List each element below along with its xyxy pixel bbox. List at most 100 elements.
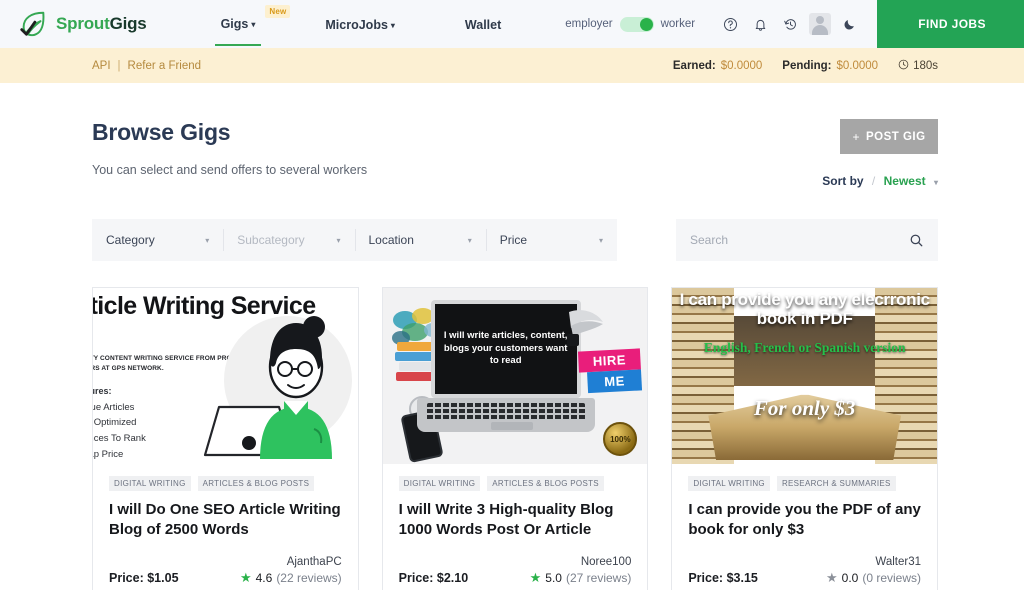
brand-name: SproutGigs bbox=[56, 14, 147, 34]
session-timer: 180s bbox=[898, 59, 938, 73]
gig-card-footer: Price: $1.05 AjanthaPC ★ 4.6 (22 reviews… bbox=[93, 556, 358, 590]
laptop-screen: I will write articles, content, blogs yo… bbox=[430, 300, 581, 398]
brand-logo[interactable]: SproutGigs bbox=[18, 9, 147, 39]
gig-price-value: $3.15 bbox=[726, 570, 758, 585]
moon-icon[interactable] bbox=[835, 9, 865, 39]
star-icon: ★ bbox=[239, 570, 252, 586]
earned-stat: Earned: $0.0000 bbox=[673, 60, 762, 72]
filter-price[interactable]: Price ▾ bbox=[485, 219, 617, 261]
notice-stats: Earned: $0.0000 Pending: $0.0000 180s bbox=[673, 59, 938, 73]
sort-control[interactable]: Sort by / Newest ▾ bbox=[822, 174, 938, 188]
chevron-down-icon: ▾ bbox=[251, 19, 256, 29]
role-switch[interactable]: employer worker bbox=[565, 16, 696, 32]
nav-item-gigs[interactable]: Gigs ▾ New bbox=[214, 3, 291, 46]
gig-price-value: $2.10 bbox=[436, 570, 469, 585]
brand-name-part2: Gigs bbox=[109, 14, 147, 33]
gig-rating: ★ 0.0 (0 reviews) bbox=[826, 571, 921, 585]
gig-tag[interactable]: ARTICLES & BLOG POSTS bbox=[197, 476, 315, 491]
gig-price-label: Price: bbox=[109, 570, 144, 585]
top-navigation-bar: SproutGigs Gigs ▾ New MicroJobs ▾ Wallet e… bbox=[0, 0, 1024, 48]
gig-card-footer: Price: $3.15 Walter31 ★ 0.0 (0 reviews) bbox=[672, 556, 937, 590]
nav-item-microjobs[interactable]: MicroJobs ▾ bbox=[319, 4, 401, 45]
bell-icon[interactable] bbox=[745, 9, 775, 39]
nav-item-wallet[interactable]: Wallet bbox=[459, 4, 507, 45]
nav-item-wallet-label: Wallet bbox=[464, 17, 502, 32]
chevron-down-icon: ▾ bbox=[390, 20, 395, 30]
notice-separator: | bbox=[117, 59, 121, 72]
brand-name-part1: Sprout bbox=[56, 14, 110, 33]
role-toggle-knob bbox=[639, 17, 653, 31]
page-subtitle: You can select and send offers to severa… bbox=[92, 163, 368, 177]
thumb-screen-text: I will write articles, content, blogs yo… bbox=[443, 329, 568, 367]
gig-tags: DIGITAL WRITING RESEARCH & SUMMARIES bbox=[688, 476, 921, 491]
gig-tag[interactable]: DIGITAL WRITING bbox=[688, 476, 770, 491]
page-header-actions: + POST GIG Sort by / Newest ▾ bbox=[822, 119, 938, 188]
thumb-features-heading: Features: bbox=[93, 386, 112, 396]
earned-label: Earned: bbox=[672, 59, 716, 72]
role-toggle[interactable] bbox=[619, 16, 654, 32]
person-illustration-icon bbox=[240, 309, 352, 464]
gig-rating-value: 4.6 bbox=[255, 570, 273, 585]
gig-review-count: (0 reviews) bbox=[862, 570, 922, 585]
laptop-trackpad bbox=[490, 422, 533, 430]
thumb-subtext-line2: WRITERS AT GPS NETWORK. bbox=[93, 364, 164, 372]
role-employer-label: employer bbox=[565, 18, 613, 30]
gig-tag[interactable]: DIGITAL WRITING bbox=[398, 476, 481, 491]
gig-price: Price: $2.10 bbox=[399, 571, 469, 585]
gig-card[interactable]: Article Writing Service QUALITY CONTENT … bbox=[92, 287, 359, 590]
gig-price-label: Price: bbox=[688, 570, 724, 585]
gig-thumbnail: Article Writing Service QUALITY CONTENT … bbox=[93, 288, 358, 464]
filter-price-label: Price bbox=[499, 233, 528, 247]
role-worker-label: worker bbox=[660, 18, 696, 30]
gig-seller-name[interactable]: AjanthaPC bbox=[240, 556, 342, 568]
api-link[interactable]: API bbox=[92, 60, 111, 72]
filter-category[interactable]: Category ▾ bbox=[92, 219, 223, 261]
gig-thumbnail: I can provide you any elecrronic book in… bbox=[672, 288, 938, 464]
gig-price-label: Price: bbox=[398, 570, 434, 585]
thumb-feature-1: Unique Articles bbox=[93, 401, 135, 413]
gig-tag[interactable]: ARTICLES & BLOG POSTS bbox=[487, 476, 604, 491]
filter-subcategory[interactable]: Subcategory ▾ bbox=[223, 219, 354, 261]
gig-card[interactable]: I will write articles, content, blogs yo… bbox=[381, 287, 649, 590]
new-badge: New bbox=[265, 4, 291, 18]
filter-location-label: Location bbox=[368, 233, 414, 247]
gig-seller-name[interactable]: Walter31 bbox=[826, 556, 921, 568]
sort-label: Sort by bbox=[822, 174, 864, 188]
filter-bar: Category ▾ Subcategory ▾ Location ▾ Pric… bbox=[92, 219, 617, 261]
gig-seller: Walter31 ★ 0.0 (0 reviews) bbox=[826, 556, 921, 585]
gig-title[interactable]: I will Write 3 High-quality Blog 1000 Wo… bbox=[399, 500, 632, 540]
gig-price-value: $1.05 bbox=[147, 570, 179, 585]
gig-card-body: DIGITAL WRITING RESEARCH & SUMMARIES I c… bbox=[672, 464, 937, 540]
sort-separator: / bbox=[871, 174, 876, 188]
gig-title[interactable]: I will Do One SEO Article Writing Blog o… bbox=[109, 500, 342, 540]
pending-stat: Pending: $0.0000 bbox=[782, 60, 878, 72]
gig-price: Price: $1.05 bbox=[109, 571, 179, 585]
page-header-text: Browse Gigs You can select and send offe… bbox=[92, 119, 367, 177]
search-icon[interactable] bbox=[909, 233, 924, 248]
nav-item-microjobs-label: MicroJobs bbox=[325, 17, 388, 32]
help-icon[interactable] bbox=[715, 9, 745, 39]
chevron-down-icon: ▾ bbox=[933, 178, 938, 187]
session-timer-value: 180s bbox=[913, 59, 938, 72]
gig-seller: Noree100 ★ 5.0 (27 reviews) bbox=[530, 556, 632, 585]
sort-value[interactable]: Newest bbox=[884, 174, 926, 188]
refer-a-friend-link[interactable]: Refer a Friend bbox=[128, 60, 202, 72]
search-input[interactable] bbox=[690, 233, 909, 247]
thumb-features: Features: Unique Articles SEO Optimized … bbox=[93, 384, 146, 462]
gig-tags: DIGITAL WRITING ARTICLES & BLOG POSTS bbox=[109, 476, 342, 491]
gig-card[interactable]: I can provide you any elecrronic book in… bbox=[671, 287, 939, 590]
gig-tag[interactable]: RESEARCH & SUMMARIES bbox=[776, 476, 896, 491]
page-header: Browse Gigs You can select and send offe… bbox=[92, 83, 938, 188]
nav-item-gigs-label: Gigs bbox=[220, 16, 249, 31]
gig-seller-name[interactable]: Noree100 bbox=[530, 556, 632, 568]
thumb-line-3: For only $3 bbox=[753, 396, 856, 420]
gig-tag[interactable]: DIGITAL WRITING bbox=[109, 476, 191, 491]
search-box[interactable] bbox=[676, 219, 938, 261]
avatar[interactable] bbox=[805, 9, 835, 39]
gig-title[interactable]: I can provide you the PDF of any book fo… bbox=[688, 500, 921, 540]
filter-location[interactable]: Location ▾ bbox=[354, 219, 486, 261]
find-jobs-button[interactable]: FIND JOBS bbox=[877, 0, 1024, 48]
post-gig-button[interactable]: + POST GIG bbox=[840, 119, 938, 154]
history-icon[interactable] bbox=[775, 9, 805, 39]
laptop-keyboard bbox=[426, 403, 585, 421]
